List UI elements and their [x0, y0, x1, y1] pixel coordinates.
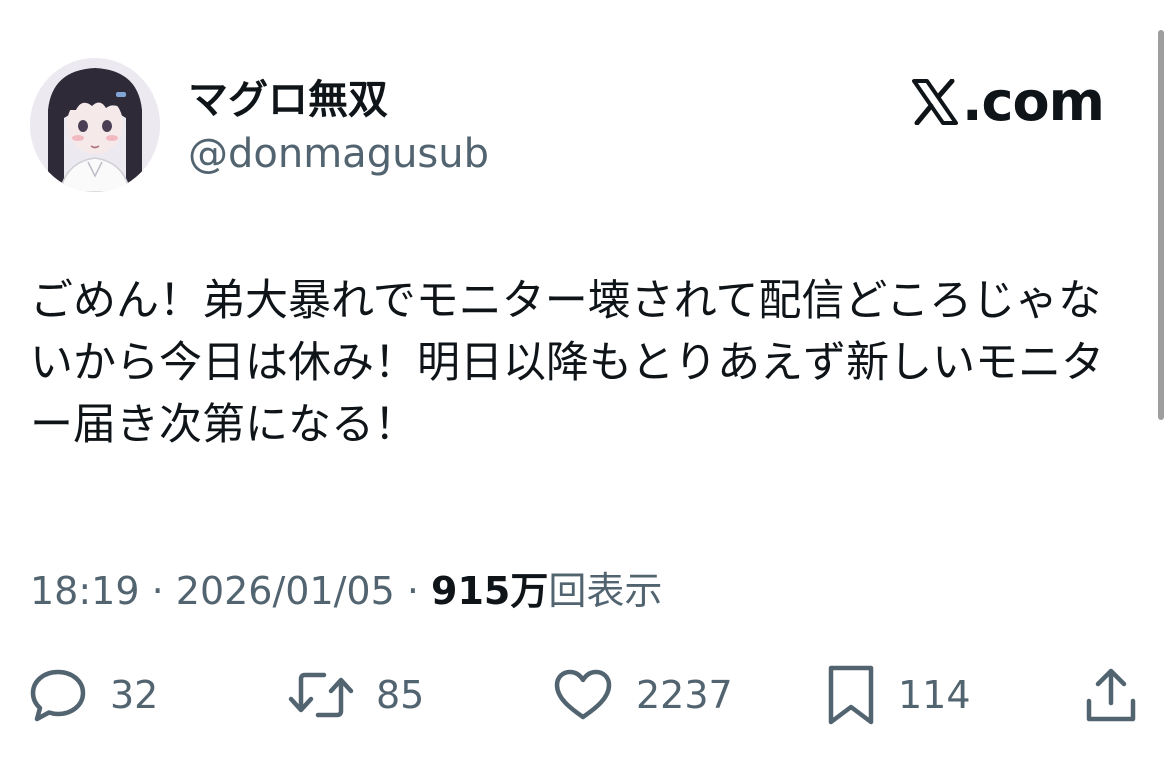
- bookmark-count: 114: [898, 673, 971, 717]
- retweet-button[interactable]: 85: [288, 660, 424, 730]
- reply-count: 32: [110, 673, 159, 717]
- action-bar: 32 85 2237 114: [0, 660, 1170, 730]
- avatar[interactable]: [30, 58, 160, 192]
- meta-separator: ·: [394, 569, 432, 613]
- share-button[interactable]: [1084, 660, 1138, 730]
- author-handle[interactable]: @donmagusub: [188, 128, 489, 180]
- meta-separator: ·: [139, 569, 176, 613]
- reply-icon: [30, 669, 86, 722]
- scrollbar-thumb[interactable]: [1158, 30, 1164, 420]
- author-display-name[interactable]: マグロ無双: [188, 74, 388, 126]
- x-logo-icon: [912, 78, 958, 126]
- share-icon: [1086, 668, 1136, 722]
- heart-icon: [554, 669, 612, 720]
- views-count: 915万: [431, 569, 549, 613]
- reply-button[interactable]: 32: [28, 660, 158, 730]
- tweet-date[interactable]: 2026/01/05: [176, 569, 395, 613]
- bookmark-icon: [828, 665, 874, 725]
- avatar-image: [30, 58, 160, 192]
- like-count: 2237: [636, 673, 733, 717]
- like-button[interactable]: 2237: [552, 660, 733, 730]
- tweet-meta: 18:19 · 2026/01/05 · 915万回表示: [30, 566, 662, 616]
- retweet-icon: [288, 672, 354, 718]
- retweet-count: 85: [376, 673, 425, 717]
- bookmark-button[interactable]: 114: [826, 660, 971, 730]
- views-label: 回表示: [548, 569, 663, 613]
- tweet-text: ごめん！弟大暴れでモニター壊されて配信どころじゃないから今日は休み！明日以降もと…: [30, 276, 1105, 450]
- brand-domain-text: .com: [962, 70, 1105, 133]
- tweet-time[interactable]: 18:19: [30, 569, 140, 613]
- x-brand: .com: [912, 70, 1105, 133]
